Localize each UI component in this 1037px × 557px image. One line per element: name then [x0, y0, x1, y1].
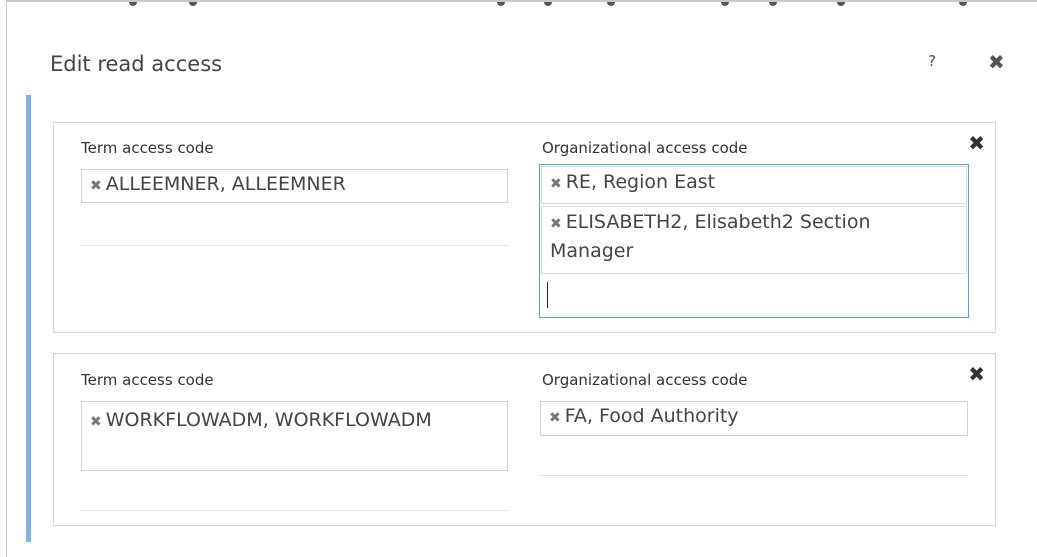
- remove-tag-icon[interactable]: ✖: [90, 414, 102, 430]
- tag-text: ALLEEMNER, ALLEEMNER: [105, 173, 346, 195]
- dot: [959, 2, 967, 6]
- org-tag: ✖ FA, Food Authority: [541, 402, 967, 433]
- remove-row-icon[interactable]: ✖: [968, 131, 985, 155]
- field-underline: [540, 475, 968, 476]
- org-access-code-label: Organizational access code: [542, 371, 748, 389]
- dot: [497, 2, 505, 6]
- org-tag: ✖ RE, Region East: [541, 166, 967, 204]
- org-access-code-field[interactable]: ✖ FA, Food Authority: [540, 401, 968, 436]
- dot: [769, 2, 777, 6]
- help-button[interactable]: ?: [928, 52, 936, 70]
- remove-tag-icon[interactable]: ✖: [550, 176, 562, 192]
- tag-text: FA, Food Authority: [564, 405, 739, 427]
- dot: [544, 2, 552, 6]
- term-access-code-label: Term access code: [81, 371, 214, 389]
- access-row: ✖ Term access code ✖ WORKFLOWADM, WORKFLO…: [53, 353, 996, 526]
- dot: [837, 2, 845, 6]
- field-underline: [81, 245, 509, 246]
- dialog-title: Edit read access: [50, 52, 223, 76]
- top-scroll-dots: [7, 2, 1037, 6]
- tag-text: WORKFLOWADM, WORKFLOWADM: [105, 409, 432, 431]
- tag-text: ELISABETH2, Elisabeth2 Section Manager: [550, 211, 871, 262]
- edit-read-access-dialog: Edit read access ? ✖ ✖ Term access code …: [6, 0, 1037, 557]
- dot: [607, 2, 615, 6]
- org-access-code-field[interactable]: ✖ RE, Region East ✖ ELISABETH2, Elisabeth2…: [539, 164, 969, 318]
- term-access-code-field[interactable]: ✖ ALLEEMNER, ALLEEMNER: [81, 169, 508, 203]
- accent-bar: [26, 95, 31, 542]
- term-tag: ✖ ALLEEMNER, ALLEEMNER: [82, 170, 507, 201]
- org-tag: ✖ ELISABETH2, Elisabeth2 Section Manager: [541, 206, 967, 274]
- term-access-code-label: Term access code: [81, 139, 214, 157]
- dot: [721, 2, 729, 6]
- remove-row-icon[interactable]: ✖: [968, 362, 985, 386]
- remove-tag-icon[interactable]: ✖: [549, 410, 561, 426]
- dot: [129, 2, 137, 6]
- close-icon[interactable]: ✖: [988, 50, 1005, 74]
- access-row: ✖ Term access code ✖ ALLEEMNER, ALLEEMNER…: [53, 122, 996, 333]
- remove-tag-icon[interactable]: ✖: [550, 216, 562, 232]
- tag-text: RE, Region East: [565, 171, 716, 193]
- field-underline: [81, 510, 509, 511]
- remove-tag-icon[interactable]: ✖: [90, 178, 102, 194]
- term-tag: ✖ WORKFLOWADM, WORKFLOWADM: [82, 402, 507, 440]
- dot: [189, 2, 197, 6]
- org-access-code-label: Organizational access code: [542, 139, 748, 157]
- term-access-code-field[interactable]: ✖ WORKFLOWADM, WORKFLOWADM: [81, 401, 508, 471]
- text-caret: [547, 282, 548, 308]
